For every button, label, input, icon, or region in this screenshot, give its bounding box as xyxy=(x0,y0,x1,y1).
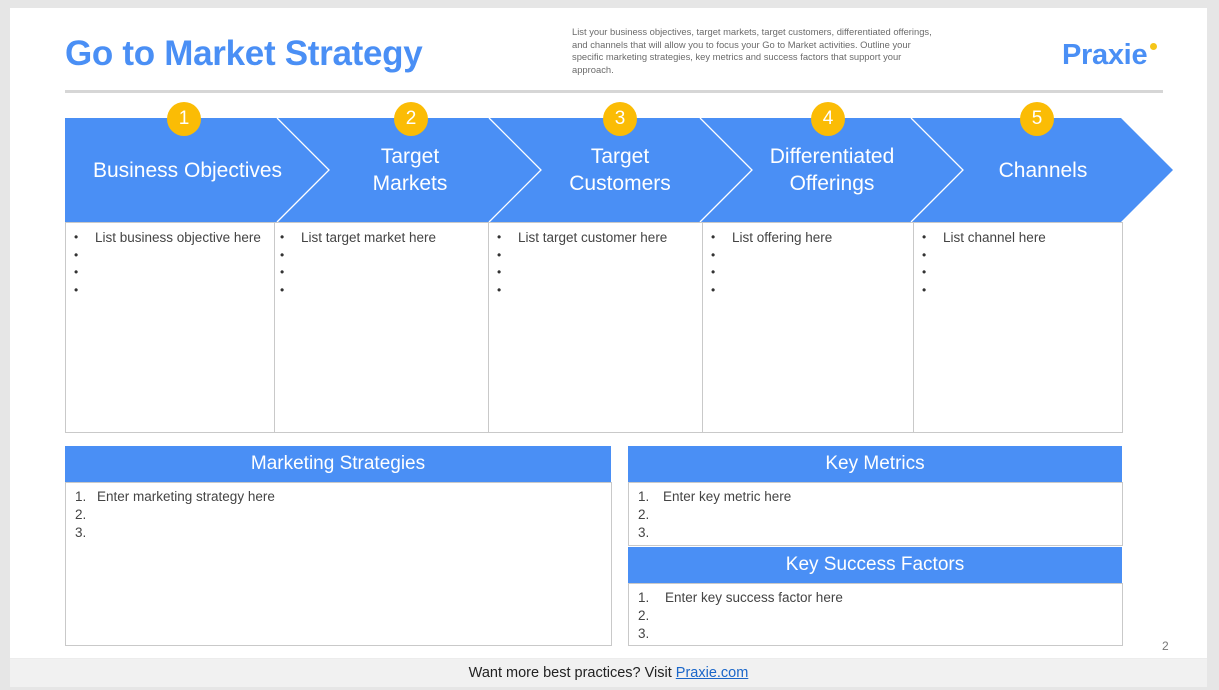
list-item[interactable] xyxy=(922,264,1122,282)
list-item[interactable]: 2. xyxy=(66,506,611,524)
list-item[interactable]: 2. xyxy=(629,607,1122,625)
list-item[interactable] xyxy=(497,264,702,282)
key-metrics-box[interactable]: 1. Enter key metric here 2. 3. xyxy=(628,482,1123,546)
list-item[interactable] xyxy=(711,264,913,282)
key-metrics-header: Key Metrics xyxy=(628,446,1122,482)
list-item[interactable]: List channel here xyxy=(922,229,1122,247)
marketing-strategies-header: Marketing Strategies xyxy=(65,446,611,482)
business-objectives-box[interactable]: List business objective here xyxy=(65,222,275,433)
list-item[interactable]: 1. Enter key metric here xyxy=(629,488,1122,506)
list-item[interactable]: 3. xyxy=(629,524,1122,542)
differentiated-offerings-box[interactable]: List offering here xyxy=(702,222,914,433)
list-item[interactable] xyxy=(497,247,702,265)
list-item[interactable]: List target customer here xyxy=(497,229,702,247)
channels-box[interactable]: List channel here xyxy=(913,222,1123,433)
key-success-factors-list: 1. Enter key success factor here 2. 3. xyxy=(629,584,1122,643)
praxie-link[interactable]: Praxie.com xyxy=(676,665,749,681)
page-number: 2 xyxy=(1162,639,1169,653)
marketing-strategies-box[interactable]: 1. Enter marketing strategy here 2. 3. xyxy=(65,482,612,646)
list-item[interactable]: List target market here xyxy=(280,229,488,247)
channels-list: List channel here xyxy=(914,223,1122,299)
list-item[interactable]: 1. Enter key success factor here xyxy=(629,589,1122,607)
list-item[interactable] xyxy=(280,282,488,300)
list-item[interactable] xyxy=(711,247,913,265)
marketing-strategies-list: 1. Enter marketing strategy here 2. 3. xyxy=(66,483,611,542)
list-item[interactable]: 3. xyxy=(629,625,1122,643)
footer-bar: Want more best practices? Visit Praxie.c… xyxy=(10,658,1207,687)
list-item[interactable] xyxy=(74,264,274,282)
step-badge-2: 2 xyxy=(394,102,428,136)
key-success-factors-header: Key Success Factors xyxy=(628,547,1122,583)
list-item[interactable] xyxy=(497,282,702,300)
list-item[interactable] xyxy=(711,282,913,300)
list-item[interactable] xyxy=(280,264,488,282)
key-metrics-list: 1. Enter key metric here 2. 3. xyxy=(629,483,1122,542)
target-markets-box[interactable]: List target market here xyxy=(274,222,489,433)
key-success-factors-box[interactable]: 1. Enter key success factor here 2. 3. xyxy=(628,583,1123,646)
business-objectives-list: List business objective here xyxy=(66,223,274,299)
list-item[interactable] xyxy=(74,282,274,300)
step-badge-1: 1 xyxy=(167,102,201,136)
differentiated-offerings-list: List offering here xyxy=(703,223,913,299)
target-customers-list: List target customer here xyxy=(489,223,702,299)
step-badge-3: 3 xyxy=(603,102,637,136)
list-item[interactable] xyxy=(74,247,274,265)
list-item[interactable] xyxy=(922,247,1122,265)
step-badge-4: 4 xyxy=(811,102,845,136)
list-item[interactable] xyxy=(280,247,488,265)
list-item[interactable] xyxy=(922,282,1122,300)
list-item[interactable]: List business objective here xyxy=(74,229,274,247)
footer-text: Want more best practices? Visit xyxy=(468,665,676,681)
step-badge-5: 5 xyxy=(1020,102,1054,136)
slide: Go to Market Strategy List your business… xyxy=(10,8,1207,658)
target-markets-list: List target market here xyxy=(275,223,488,299)
target-customers-box[interactable]: List target customer here xyxy=(488,222,703,433)
list-item[interactable]: 1. Enter marketing strategy here xyxy=(66,488,611,506)
list-item[interactable]: List offering here xyxy=(711,229,913,247)
list-item[interactable]: 3. xyxy=(66,524,611,542)
list-item[interactable]: 2. xyxy=(629,506,1122,524)
